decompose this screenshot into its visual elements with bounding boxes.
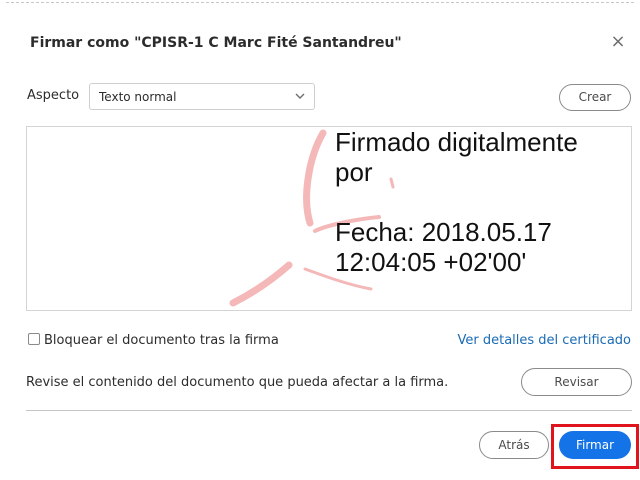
signature-line-3: Fecha: 2018.05.17 — [335, 217, 552, 247]
chevron-down-icon — [295, 93, 305, 99]
signature-line-2: por — [335, 157, 373, 187]
signature-line-1: Firmado digitalmente — [335, 127, 578, 157]
sign-dialog: Firmar como "CPISR-1 C Marc Fité Santand… — [0, 0, 640, 480]
signature-preview: Firmado digitalmente por Fecha: 2018.05.… — [26, 126, 632, 311]
footer-divider — [26, 410, 632, 411]
signature-text: Firmado digitalmente por Fecha: 2018.05.… — [335, 127, 578, 277]
aspect-label: Aspecto — [27, 88, 80, 103]
review-message: Revise el contenido del documento que pu… — [26, 375, 449, 390]
review-button[interactable]: Revisar — [521, 368, 632, 396]
aspect-select[interactable]: Texto normal — [89, 83, 315, 110]
create-button[interactable]: Crear — [559, 84, 631, 111]
lock-document-checkbox[interactable] — [28, 333, 40, 345]
certificate-details-link[interactable]: Ver detalles del certificado — [457, 333, 631, 348]
signature-line-4: 12:04:05 +02'00' — [335, 247, 527, 277]
dialog-top-edge — [6, 2, 634, 3]
lock-document-option[interactable]: Bloquear el documento tras la firma — [28, 333, 279, 348]
back-button[interactable]: Atrás — [479, 431, 549, 459]
sign-button[interactable]: Firmar — [559, 431, 631, 459]
aspect-select-value: Texto normal — [99, 90, 177, 104]
dialog-title: Firmar como "CPISR-1 C Marc Fité Santand… — [30, 35, 402, 51]
signature-gap — [335, 187, 578, 217]
lock-document-label: Bloquear el documento tras la firma — [44, 333, 279, 348]
close-icon[interactable]: × — [608, 31, 628, 53]
